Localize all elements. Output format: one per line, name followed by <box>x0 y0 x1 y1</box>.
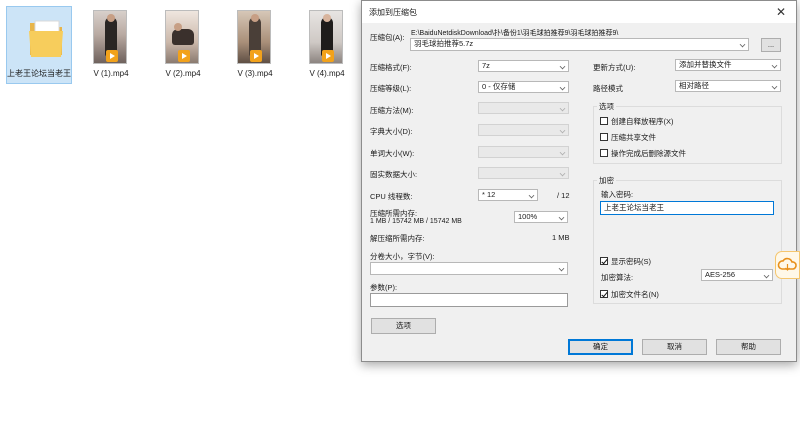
archive-path: E:\BaiduNetdiskDownload\扑\备份1\羽毛球拍推荐9\羽毛… <box>411 30 619 37</box>
cpu-value: * 12 <box>482 190 496 199</box>
checkbox-icon <box>600 149 608 157</box>
cancel-button[interactable]: 取消 <box>642 339 707 355</box>
play-icon <box>106 50 118 62</box>
title-bar: 添加到压缩包 ✕ <box>362 1 796 23</box>
word-combo <box>478 146 569 158</box>
cpu-label: CPU 线程数: <box>370 192 413 201</box>
archive-name-value: 羽毛球拍推荐5.7z <box>414 39 474 48</box>
format-value: 7z <box>482 61 490 70</box>
cpu-total: / 12 <box>557 191 570 200</box>
chevron-down-icon <box>558 265 565 272</box>
options-group-title: 选项 <box>597 101 616 112</box>
chevron-down-icon <box>559 105 566 112</box>
chevron-down-icon <box>559 149 566 156</box>
enc-method-combo[interactable]: AES-256 <box>701 269 773 281</box>
checkbox-icon <box>600 133 608 141</box>
params-input[interactable] <box>370 293 568 307</box>
sfx-checkbox[interactable]: 创建自释放程序(X) <box>600 117 674 126</box>
archive-label: 压缩包(A): <box>370 33 405 42</box>
chevron-down-icon <box>559 170 566 177</box>
shared-label: 压缩共享文件 <box>611 133 656 142</box>
encrypt-names-label: 加密文件名(N) <box>611 290 659 299</box>
enc-method-label: 加密算法: <box>601 273 634 282</box>
mem-detail: 1 MB / 15742 MB / 15742 MB <box>370 218 462 225</box>
dict-combo <box>478 124 569 136</box>
cloud-icon <box>777 257 797 271</box>
delete-checkbox[interactable]: 操作完成后删除源文件 <box>600 149 686 158</box>
play-icon <box>322 50 334 62</box>
show-password-checkbox[interactable]: 显示密码(S) <box>600 257 651 266</box>
video-item-1[interactable]: V (1).mp4 <box>78 6 144 84</box>
sfx-label: 创建自释放程序(X) <box>611 117 674 126</box>
dialog-title: 添加到压缩包 <box>369 8 417 17</box>
close-icon[interactable]: ✕ <box>766 1 796 23</box>
video-label: V (4).mp4 <box>309 69 345 78</box>
add-to-archive-dialog: 添加到压缩包 ✕ 压缩包(A): E:\BaiduNetdiskDownload… <box>361 0 797 362</box>
desktop: 上老王论坛当老王 V (1).mp4 V (2).mp4 V (3).mp4 V… <box>0 0 800 427</box>
folder-label: 上老王论坛当老王 <box>7 69 71 78</box>
folder-icon <box>29 20 63 57</box>
checkbox-icon <box>600 257 608 265</box>
update-label: 更新方式(U): <box>593 63 636 72</box>
mem-value: 100% <box>518 212 538 221</box>
path-mode-value: 相对路径 <box>679 81 709 90</box>
options-button[interactable]: 选项 <box>371 318 436 334</box>
video-label: V (2).mp4 <box>165 69 201 78</box>
unmem-value: 1 MB <box>552 233 570 242</box>
chevron-down-icon <box>739 41 746 48</box>
params-label: 参数(P): <box>370 283 398 292</box>
dict-label: 字典大小(D): <box>370 127 413 136</box>
video-item-3[interactable]: V (3).mp4 <box>222 6 288 84</box>
format-combo[interactable]: 7z <box>478 60 569 72</box>
video-item-2[interactable]: V (2).mp4 <box>150 6 216 84</box>
checkbox-icon <box>600 117 608 125</box>
chevron-down-icon <box>559 84 566 91</box>
split-combo[interactable] <box>370 262 568 275</box>
enc-method-value: AES-256 <box>705 270 736 279</box>
shared-checkbox[interactable]: 压缩共享文件 <box>600 133 656 142</box>
chevron-down-icon <box>771 62 778 69</box>
video-label: V (3).mp4 <box>237 69 273 78</box>
mem-combo[interactable]: 100% <box>514 211 568 223</box>
chevron-down-icon <box>771 83 778 90</box>
level-combo[interactable]: 0 - 仅存储 <box>478 81 569 93</box>
update-combo[interactable]: 添加并替换文件 <box>675 59 781 71</box>
path-mode-combo[interactable]: 相对路径 <box>675 80 781 92</box>
play-icon <box>250 50 262 62</box>
method-label: 压缩方法(M): <box>370 106 414 115</box>
chevron-down-icon <box>559 127 566 134</box>
word-label: 单词大小(W): <box>370 149 415 158</box>
path-mode-label: 路径模式 <box>593 84 623 93</box>
ok-button[interactable]: 确定 <box>568 339 633 355</box>
browse-button[interactable]: ... <box>761 38 781 52</box>
method-combo <box>478 102 569 114</box>
video-item-4[interactable]: V (4).mp4 <box>294 6 360 84</box>
password-label: 输入密码: <box>601 190 634 199</box>
cloud-sync-widget[interactable] <box>775 251 800 279</box>
delete-label: 操作完成后删除源文件 <box>611 149 686 158</box>
encrypt-names-checkbox[interactable]: 加密文件名(N) <box>600 290 659 299</box>
folder-item[interactable]: 上老王论坛当老王 <box>6 6 72 84</box>
video-label: V (1).mp4 <box>93 69 129 78</box>
chevron-down-icon <box>558 214 565 221</box>
play-icon <box>178 50 190 62</box>
solid-combo <box>478 167 569 179</box>
encryption-group-title: 加密 <box>597 175 616 186</box>
format-label: 压缩格式(F): <box>370 63 412 72</box>
chevron-down-icon <box>763 272 770 279</box>
cpu-combo[interactable]: * 12 <box>478 189 538 201</box>
help-button[interactable]: 帮助 <box>716 339 781 355</box>
level-label: 压缩等级(L): <box>370 84 412 93</box>
chevron-down-icon <box>528 192 535 199</box>
unmem-label: 解压缩所需内存: <box>370 234 425 243</box>
checkbox-icon <box>600 290 608 298</box>
chevron-down-icon <box>559 63 566 70</box>
password-input[interactable]: 上老王论坛当老王 <box>600 201 774 215</box>
level-value: 0 - 仅存储 <box>482 82 516 91</box>
update-value: 添加并替换文件 <box>679 60 732 69</box>
solid-label: 固实数据大小: <box>370 170 418 179</box>
split-label: 分卷大小，字节(V): <box>370 252 435 261</box>
show-password-label: 显示密码(S) <box>611 257 651 266</box>
archive-name-combo[interactable]: 羽毛球拍推荐5.7z <box>410 38 749 51</box>
